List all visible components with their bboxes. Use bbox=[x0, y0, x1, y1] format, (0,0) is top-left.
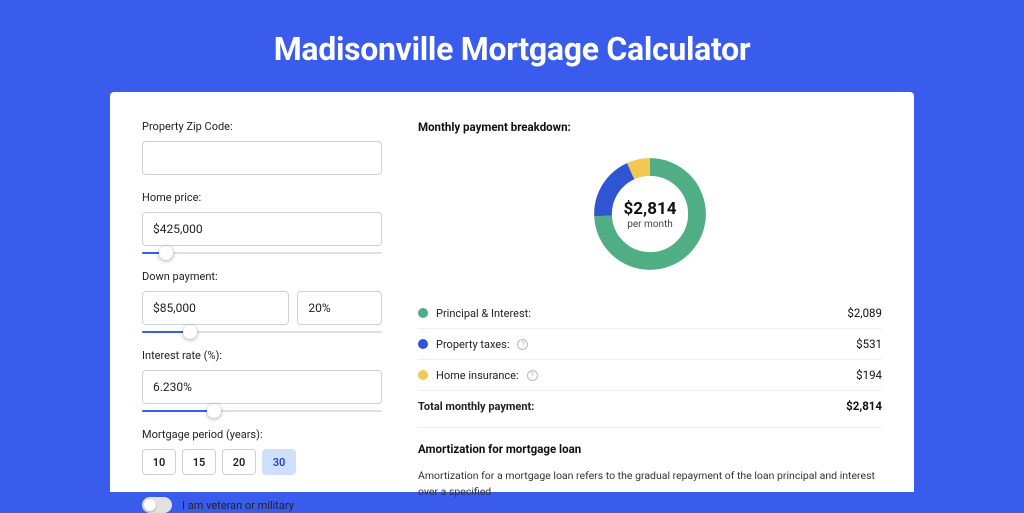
info-icon[interactable]: ? bbox=[527, 370, 538, 381]
legend-total-value: $2,814 bbox=[846, 399, 882, 413]
legend-dot bbox=[418, 339, 428, 349]
legend-value: $531 bbox=[856, 337, 882, 351]
down-payment-amount-input[interactable] bbox=[142, 291, 289, 325]
legend-label: Home insurance: bbox=[436, 369, 519, 382]
legend-value: $2,089 bbox=[847, 306, 882, 320]
slider-thumb[interactable] bbox=[183, 325, 197, 339]
down-payment-label: Down payment: bbox=[142, 270, 382, 283]
donut-chart-wrap: $2,814 per month bbox=[418, 148, 882, 298]
amortization-body: Amortization for a mortgage loan refers … bbox=[418, 468, 882, 500]
legend-value: $194 bbox=[856, 368, 882, 382]
legend-dot bbox=[418, 308, 428, 318]
slider-thumb[interactable] bbox=[207, 404, 221, 418]
interest-rate-field: Interest rate (%): bbox=[142, 349, 382, 412]
breakdown-column: Monthly payment breakdown: $2,814 per mo… bbox=[418, 120, 882, 492]
period-option-30[interactable]: 30 bbox=[262, 449, 296, 475]
veteran-toggle[interactable] bbox=[142, 497, 172, 513]
zip-label: Property Zip Code: bbox=[142, 120, 382, 133]
slider-thumb[interactable] bbox=[159, 246, 173, 260]
down-payment-slider[interactable] bbox=[142, 331, 382, 333]
donut-center-amount: $2,814 bbox=[624, 199, 677, 219]
period-option-15[interactable]: 15 bbox=[182, 449, 216, 475]
period-label: Mortgage period (years): bbox=[142, 428, 382, 441]
home-price-input[interactable] bbox=[142, 212, 382, 246]
home-price-label: Home price: bbox=[142, 191, 382, 204]
interest-rate-slider[interactable] bbox=[142, 410, 382, 412]
zip-field: Property Zip Code: bbox=[142, 120, 382, 175]
info-icon[interactable]: ? bbox=[517, 339, 528, 350]
legend-row: Home insurance:? $194 bbox=[418, 359, 882, 390]
legend-total-row: Total monthly payment: $2,814 bbox=[418, 390, 882, 421]
period-field: Mortgage period (years): 10152030 bbox=[142, 428, 382, 475]
zip-input[interactable] bbox=[142, 141, 382, 175]
legend-row: Property taxes:? $531 bbox=[418, 328, 882, 359]
breakdown-title: Monthly payment breakdown: bbox=[418, 120, 882, 134]
calculator-card: Property Zip Code: Home price: Down paym… bbox=[110, 92, 914, 492]
veteran-row: I am veteran or military bbox=[142, 497, 382, 513]
legend-list: Principal & Interest: $2,089 Property taxe… bbox=[418, 298, 882, 390]
down-payment-percent-input[interactable] bbox=[297, 291, 382, 325]
home-price-slider[interactable] bbox=[142, 252, 382, 254]
period-option-10[interactable]: 10 bbox=[142, 449, 176, 475]
veteran-label: I am veteran or military bbox=[182, 499, 294, 512]
down-payment-field: Down payment: bbox=[142, 270, 382, 333]
period-options: 10152030 bbox=[142, 449, 382, 475]
legend-row: Principal & Interest: $2,089 bbox=[418, 298, 882, 328]
amortization-title: Amortization for mortgage loan bbox=[418, 442, 882, 456]
donut-center-sub: per month bbox=[627, 219, 673, 230]
toggle-knob bbox=[144, 499, 156, 511]
legend-dot bbox=[418, 370, 428, 380]
page-title: Madisonville Mortgage Calculator bbox=[0, 0, 1024, 92]
donut-chart: $2,814 per month bbox=[588, 152, 712, 276]
legend-total-label: Total monthly payment: bbox=[418, 400, 534, 413]
legend-label: Principal & Interest: bbox=[436, 307, 531, 320]
home-price-field: Home price: bbox=[142, 191, 382, 254]
period-option-20[interactable]: 20 bbox=[222, 449, 256, 475]
amortization-section: Amortization for mortgage loan Amortizat… bbox=[418, 427, 882, 500]
legend-label: Property taxes: bbox=[436, 338, 509, 351]
interest-rate-label: Interest rate (%): bbox=[142, 349, 382, 362]
form-column: Property Zip Code: Home price: Down paym… bbox=[142, 120, 382, 492]
interest-rate-input[interactable] bbox=[142, 370, 382, 404]
